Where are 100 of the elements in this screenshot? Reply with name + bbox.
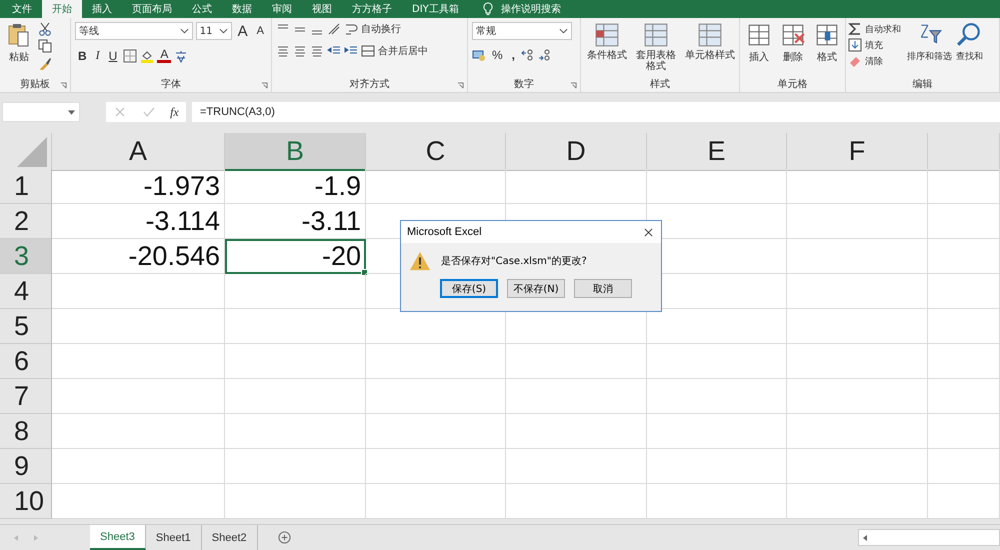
font-name-dropdown[interactable]: 等线	[75, 22, 193, 40]
border-icon[interactable]	[123, 48, 138, 62]
dialog-button[interactable]: 保存(S)	[440, 279, 498, 298]
row-header[interactable]: 5	[0, 309, 52, 344]
style-button[interactable]: 条件格式	[585, 22, 629, 76]
find-button[interactable]: 查找和	[956, 22, 983, 76]
column-header[interactable]: E	[647, 133, 787, 171]
bold-button[interactable]: B	[75, 48, 90, 62]
scroll-bar[interactable]	[858, 529, 1000, 546]
autosum-button[interactable]: 自动求和	[865, 22, 901, 36]
table-cell	[928, 204, 1000, 239]
ribbon-tab[interactable]: 公式	[182, 0, 222, 18]
fill-color-icon[interactable]	[140, 48, 154, 62]
group-label: 单元格	[778, 78, 808, 91]
column-header[interactable]: B	[225, 133, 366, 171]
orientation-icon[interactable]	[327, 22, 341, 36]
ribbon-tab[interactable]: 开始	[42, 0, 82, 18]
paste-button[interactable]: 粘贴	[4, 22, 34, 76]
wrap-text-button[interactable]: 自动换行	[361, 22, 401, 36]
clear-button[interactable]: 清除	[865, 54, 883, 68]
cells-button[interactable]: 删除	[778, 22, 808, 76]
row-header[interactable]: 3	[0, 239, 52, 274]
row-header[interactable]: 8	[0, 414, 52, 449]
group-label: 对齐方式	[350, 78, 390, 91]
ribbon-tab[interactable]: 文件	[2, 0, 42, 18]
row-header[interactable]: 1	[0, 169, 52, 204]
ribbon-tab[interactable]: 视图	[302, 0, 342, 18]
caret-icon	[218, 28, 228, 34]
scissors-icon[interactable]	[38, 22, 52, 36]
percent-button[interactable]: %	[489, 48, 506, 62]
column-header[interactable]: D	[506, 133, 647, 171]
grow-font-button[interactable]: A	[234, 22, 251, 40]
italic-button[interactable]: I	[92, 48, 103, 63]
search-field[interactable]: 操作说明搜索	[496, 0, 625, 18]
grid-icon	[780, 22, 806, 48]
row-header[interactable]: 7	[0, 379, 52, 414]
dialog-launcher-icon[interactable]	[60, 82, 67, 89]
group-label: 字体	[161, 78, 181, 91]
align-icon[interactable]	[310, 44, 324, 58]
sheet-tab[interactable]: Sheet3	[90, 525, 146, 550]
ribbon-tab[interactable]: DIY工具箱	[402, 0, 469, 18]
dialog-launcher-icon[interactable]	[457, 82, 464, 89]
align-icon[interactable]	[293, 44, 307, 58]
table-cell	[928, 449, 1000, 484]
checkmark-icon[interactable]	[142, 105, 156, 119]
underline-button[interactable]: U	[106, 48, 120, 62]
phonetic-guide-icon[interactable]	[174, 48, 188, 62]
ribbon-tab[interactable]: 页面布局	[122, 0, 182, 18]
shrink-font-button[interactable]: A	[254, 25, 267, 37]
fill-handle[interactable]	[361, 269, 368, 276]
warning-icon	[409, 251, 431, 271]
formula-field[interactable]: =TRUNC(A3,0)	[192, 102, 1000, 122]
wrap-text-icon	[344, 22, 358, 36]
column-header[interactable]: A	[52, 133, 225, 171]
number-format-dropdown[interactable]: 常规	[472, 22, 572, 40]
brush-icon[interactable]	[38, 56, 52, 70]
add-sheet-icon[interactable]	[278, 531, 291, 544]
dialog-launcher-icon[interactable]	[570, 82, 577, 89]
fill-button[interactable]: 填充	[865, 38, 883, 52]
cells-button[interactable]: 插入	[744, 22, 774, 76]
cells-button[interactable]: 格式	[812, 22, 842, 76]
column-header[interactable]: C	[366, 133, 506, 171]
caret-icon	[559, 28, 568, 34]
sheet-tab[interactable]: Sheet1	[146, 525, 202, 550]
dialog-button[interactable]: 取消	[574, 279, 632, 298]
ribbon-tab[interactable]: 数据	[222, 0, 262, 18]
sheet-tab[interactable]: Sheet2	[202, 525, 258, 550]
column-header[interactable]: F	[787, 133, 928, 171]
dialog-title: Microsoft Excel	[407, 226, 482, 238]
table-cell	[928, 274, 1000, 309]
merge-center-button[interactable]: 合并后居中	[378, 44, 428, 58]
align-icon[interactable]	[276, 44, 290, 58]
ribbon-tab[interactable]: 审阅	[262, 0, 302, 18]
lightbulb-icon	[482, 2, 493, 16]
table-cell	[928, 309, 1000, 344]
style-button[interactable]: 单元格样式	[683, 22, 737, 76]
row-header[interactable]: 2	[0, 204, 52, 239]
row-header[interactable]: 10	[0, 484, 52, 519]
increase-decimal-icon[interactable]	[521, 48, 536, 62]
comma-button[interactable]: ,	[508, 48, 518, 62]
row-header[interactable]: 6	[0, 344, 52, 379]
scroll-left-icon[interactable]	[861, 534, 869, 542]
sum-icon	[848, 22, 862, 36]
row-header[interactable]: 9	[0, 449, 52, 484]
ribbon-tab[interactable]: 方方格子	[342, 0, 402, 18]
fill-down-icon	[848, 38, 862, 52]
dialog-button[interactable]: 不保存(N)	[507, 279, 565, 298]
decrease-decimal-icon[interactable]	[538, 48, 552, 62]
copy-icon[interactable]	[38, 39, 52, 53]
font-color-button[interactable]: A	[157, 48, 172, 63]
row-header[interactable]: 4	[0, 274, 52, 309]
currency-icon[interactable]	[472, 48, 486, 62]
insert-function-button[interactable]: fx	[170, 104, 179, 120]
ribbon-tab[interactable]: 插入	[82, 0, 122, 18]
sort-filter-button[interactable]: 排序和筛选	[905, 22, 954, 76]
caret-icon	[68, 110, 75, 114]
close-icon[interactable]	[644, 228, 653, 236]
font-size-dropdown[interactable]: 11	[196, 22, 232, 40]
style-button[interactable]: 套用表格格式	[633, 22, 679, 76]
dialog-launcher-icon[interactable]	[261, 82, 268, 89]
